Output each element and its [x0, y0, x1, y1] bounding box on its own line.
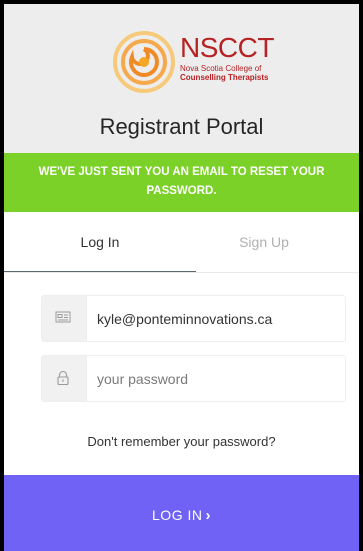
tab-login[interactable]: Log In — [4, 212, 196, 272]
email-icon-box — [42, 296, 87, 341]
login-button[interactable]: LOG IN › — [4, 475, 359, 551]
forgot-password-link[interactable]: Don't remember your password? — [4, 434, 359, 449]
swirl-logo-icon — [113, 31, 175, 93]
header: NSCCT Nova Scotia College of Counselling… — [4, 4, 359, 153]
page-title: Registrant Portal — [99, 114, 264, 139]
login-button-label: LOG IN — [152, 507, 203, 523]
nscct-logo: NSCCT Nova Scotia College of Counselling… — [112, 31, 292, 93]
password-input[interactable] — [97, 356, 337, 401]
login-card: NSCCT Nova Scotia College of Counselling… — [0, 0, 363, 551]
chevron-right-icon: › — [205, 507, 211, 524]
auth-tabs: Log In Sign Up — [4, 212, 359, 273]
success-banner: WE'VE JUST SENT YOU AN EMAIL TO RESET YO… — [4, 153, 359, 212]
logo-wordmark: NSCCT — [180, 32, 274, 63]
tab-signup[interactable]: Sign Up — [169, 212, 359, 272]
email-input[interactable] — [97, 296, 337, 341]
logo-subtitle-2: Counselling Therapists — [180, 73, 269, 82]
email-field — [41, 295, 346, 342]
password-field — [41, 355, 346, 402]
banner-line-1: WE'VE JUST SENT YOU AN EMAIL TO RESET YO… — [38, 166, 325, 178]
password-icon-box — [42, 356, 87, 401]
logo-subtitle-1: Nova Scotia College of — [180, 64, 262, 73]
banner-line-2: PASSWORD. — [146, 185, 217, 197]
id-card-icon — [55, 311, 71, 323]
lock-icon — [57, 370, 69, 386]
